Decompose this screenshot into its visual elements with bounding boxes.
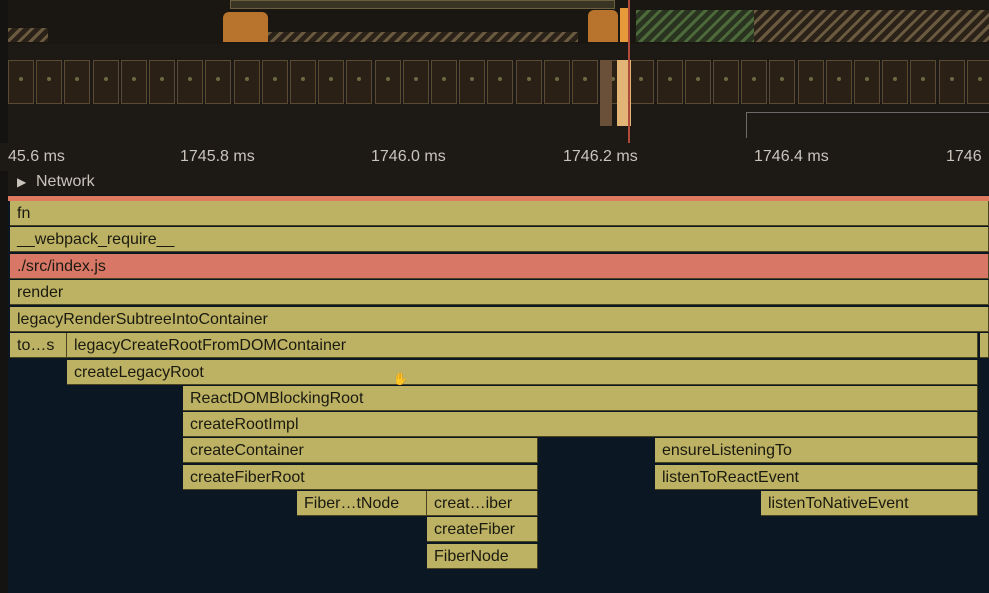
screenshot-thumbnail xyxy=(515,60,542,104)
screenshot-thumbnail xyxy=(205,60,232,104)
frames-track-outline xyxy=(746,112,989,138)
flame-frame[interactable]: listenToNativeEvent xyxy=(761,491,978,516)
flame-frame[interactable]: legacyRenderSubtreeIntoContainer xyxy=(10,307,989,332)
screenshot-thumbnail xyxy=(261,60,288,104)
cpu-activity-peak xyxy=(620,8,628,42)
time-tick-label: 45.6 ms xyxy=(8,148,65,165)
screenshot-filmstrip xyxy=(8,60,989,108)
flame-frame[interactable]: createRootImpl xyxy=(183,412,978,437)
triangle-right-icon[interactable]: ▶ xyxy=(17,175,26,189)
screenshot-thumbnail xyxy=(120,60,147,104)
screenshot-thumbnail xyxy=(684,60,711,104)
screenshot-thumbnail xyxy=(713,60,739,104)
screenshot-thumbnail xyxy=(910,60,937,104)
cpu-idle-hatch xyxy=(8,28,48,42)
flame-frame[interactable]: createFiber xyxy=(427,517,538,542)
screenshot-thumbnail xyxy=(769,60,796,104)
overview-selection-window[interactable] xyxy=(230,0,615,9)
flame-frame[interactable]: FiberNode xyxy=(427,544,538,569)
screenshot-thumbnail xyxy=(628,60,655,104)
flame-frame[interactable]: ensureListeningTo xyxy=(655,438,978,463)
screenshot-thumbnail xyxy=(36,60,63,104)
cpu-idle-hatch xyxy=(754,10,989,42)
network-track-header[interactable]: ▶ Network xyxy=(8,171,989,195)
flame-frame[interactable]: createContainer xyxy=(183,438,538,463)
flame-frame[interactable]: legacyCreateRootFromDOMContainer xyxy=(67,333,978,358)
time-tick-label: 1746 xyxy=(946,148,982,165)
cpu-activity-peak xyxy=(588,10,618,42)
flame-frame[interactable]: ReactDOMBlockingRoot xyxy=(183,386,978,411)
cpu-idle-hatch xyxy=(268,32,578,42)
time-tick-label: 1745.8 ms xyxy=(180,148,255,165)
time-ruler: 45.6 ms 1745.8 ms 1746.0 ms 1746.2 ms 17… xyxy=(0,143,989,171)
screenshot-thumbnail xyxy=(290,60,316,104)
screenshot-thumbnail xyxy=(741,60,768,104)
time-tick-label: 1746.2 ms xyxy=(563,148,638,165)
screenshot-thumbnail xyxy=(825,60,852,104)
screenshot-thumbnail xyxy=(318,60,345,104)
screenshot-thumbnail xyxy=(402,60,429,104)
screenshot-thumbnail xyxy=(233,60,260,104)
screenshot-thumbnail xyxy=(882,60,909,104)
screenshot-thumbnail xyxy=(656,60,683,104)
screenshot-thumbnail xyxy=(431,60,457,104)
flame-frame[interactable]: __webpack_require__ xyxy=(10,227,989,252)
flame-frame[interactable]: listenToReactEvent xyxy=(655,465,978,490)
screenshot-thumbnail xyxy=(487,60,514,104)
screenshot-thumbnail xyxy=(854,60,880,104)
screenshot-thumbnail xyxy=(572,60,598,104)
flame-frame[interactable]: to…s xyxy=(10,333,67,358)
left-gutter xyxy=(0,0,8,593)
screenshot-thumbnail xyxy=(966,60,989,104)
screenshot-thumbnail xyxy=(346,60,373,104)
screenshot-thumbnail xyxy=(459,60,486,104)
flame-frame-stub[interactable] xyxy=(980,333,989,358)
flame-frame[interactable]: createLegacyRoot xyxy=(67,360,978,385)
flame-frame[interactable]: creat…iber xyxy=(427,491,538,516)
screenshot-thumbnail xyxy=(8,60,34,104)
selected-frame-marker xyxy=(600,60,612,126)
playhead-line xyxy=(628,0,630,143)
flame-frame[interactable]: createFiberRoot xyxy=(183,465,538,490)
screenshot-thumbnail xyxy=(543,60,570,104)
screenshot-thumbnail xyxy=(149,60,175,104)
cpu-green-hatch xyxy=(636,10,754,42)
screenshot-thumbnail xyxy=(374,60,401,104)
flame-frame[interactable]: render xyxy=(10,280,989,305)
cpu-activity-peak xyxy=(223,12,268,42)
flame-frame[interactable]: Fiber…tNode xyxy=(297,491,427,516)
flame-frame[interactable]: ./src/index.js xyxy=(10,254,989,279)
time-tick-label: 1746.4 ms xyxy=(754,148,829,165)
time-tick-label: 1746.0 ms xyxy=(371,148,446,165)
flame-frame[interactable]: fn xyxy=(10,201,989,226)
screenshot-thumbnail xyxy=(64,60,91,104)
screenshot-thumbnail xyxy=(797,60,824,104)
timeline-overview[interactable] xyxy=(0,0,989,143)
network-track-label: Network xyxy=(36,173,95,190)
screenshot-thumbnail xyxy=(938,60,965,104)
screenshot-thumbnail xyxy=(92,60,119,104)
screenshot-thumbnail xyxy=(177,60,204,104)
grab-hand-icon: ✋ xyxy=(393,372,408,386)
